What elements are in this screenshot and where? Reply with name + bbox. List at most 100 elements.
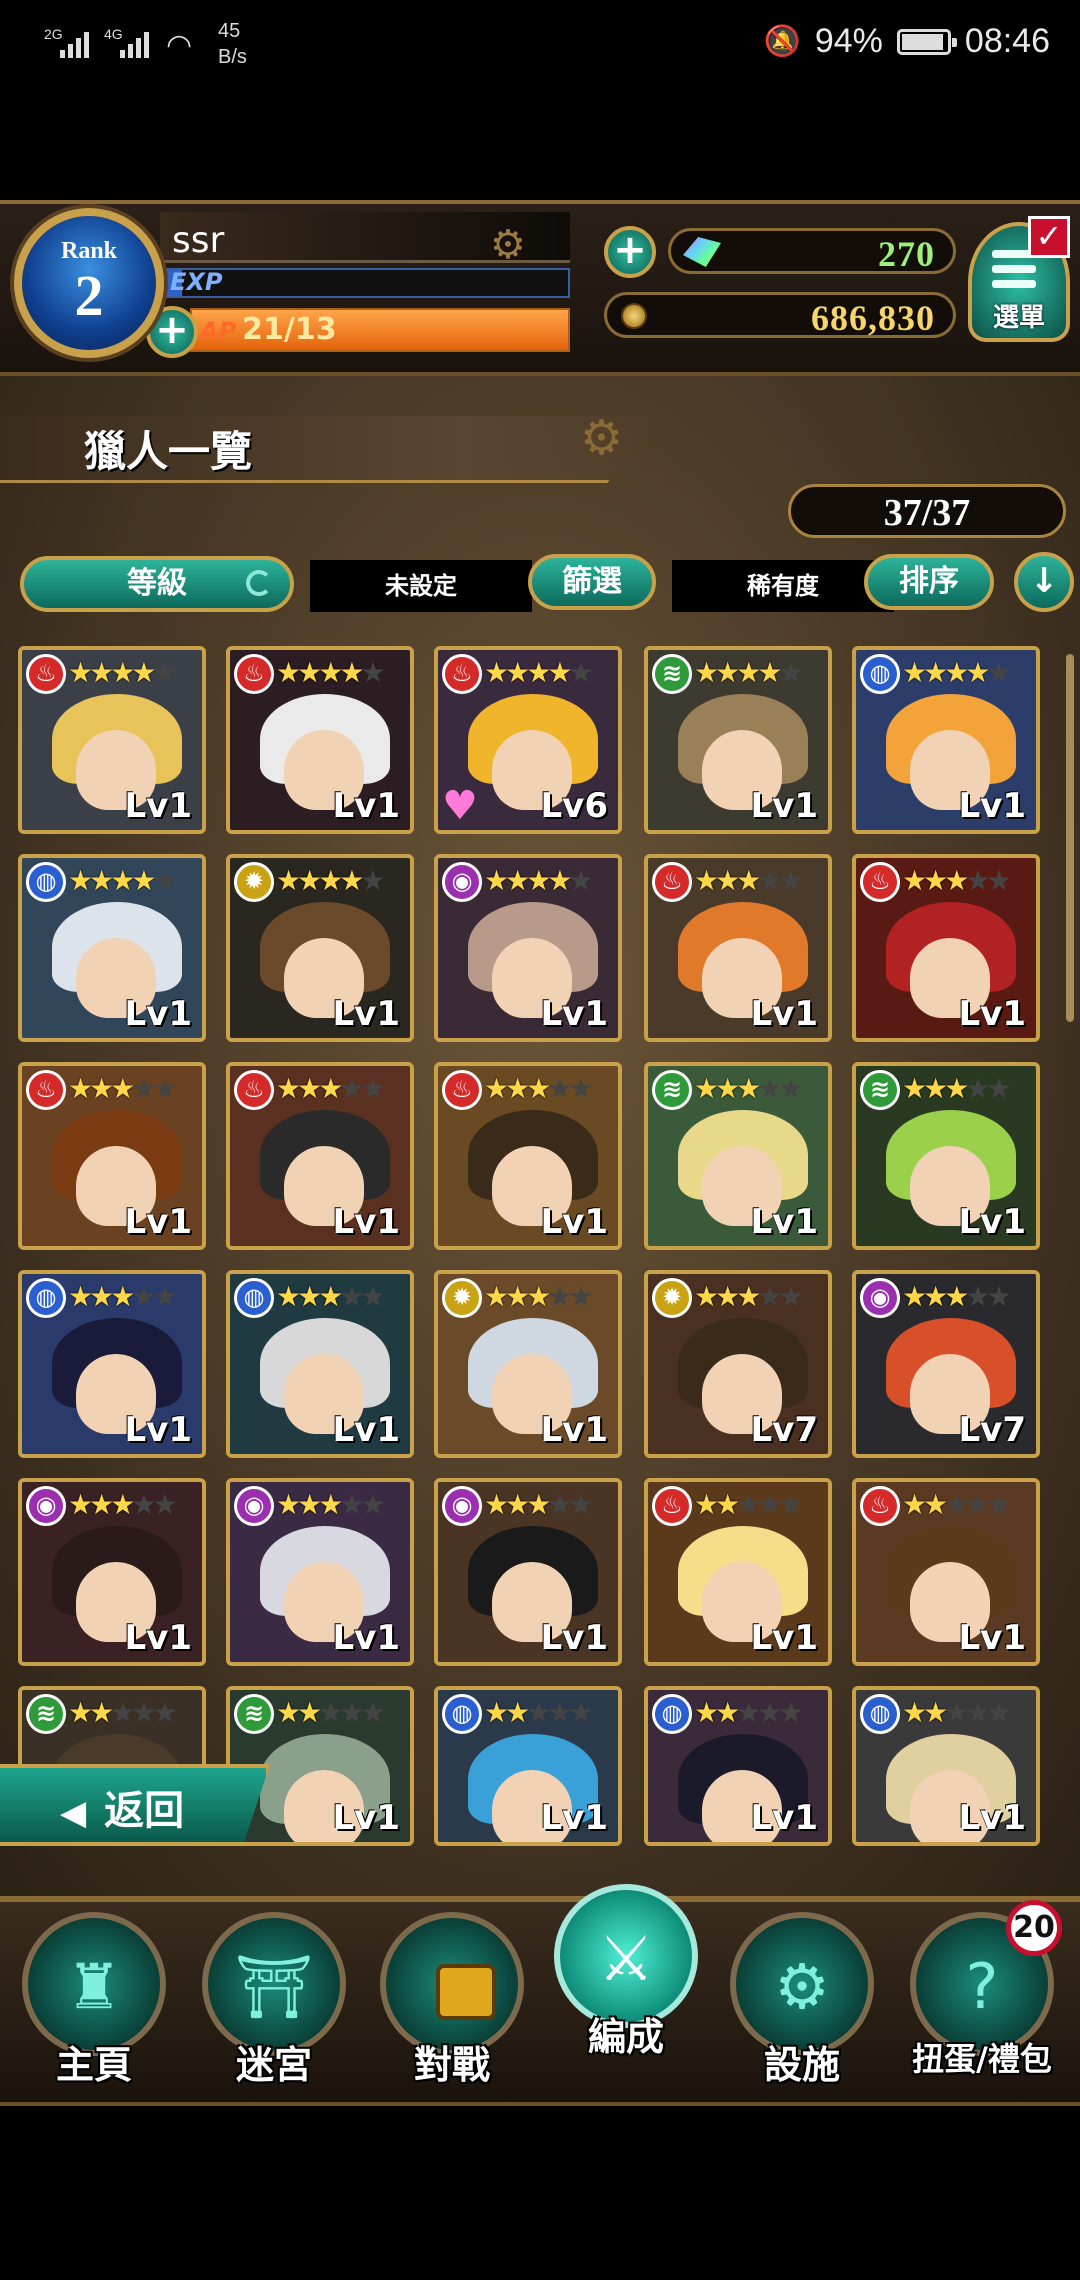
fire-icon: ♨ xyxy=(234,654,274,694)
star-empty-icon: ★ xyxy=(360,1488,385,1521)
scrollbar[interactable] xyxy=(1066,654,1074,1022)
hunter-card[interactable]: ◉ ★★★★★ Lv1 xyxy=(18,1478,206,1666)
gear-decoration-icon: ⚙ xyxy=(580,410,624,466)
rarity-label: 稀有度 xyxy=(672,560,894,612)
hunter-card[interactable]: ◍ ★★★★★ Lv1 xyxy=(644,1686,832,1846)
signal-1-icon xyxy=(60,30,89,58)
star-filled-icon: ★ xyxy=(923,1696,948,1729)
hunter-card[interactable]: ◉ ★★★★★ Lv1 xyxy=(434,854,622,1042)
star-empty-icon: ★ xyxy=(568,1072,593,1105)
hunter-card[interactable]: ♨ ★★★★★ Lv1 xyxy=(644,854,832,1042)
hunter-card[interactable]: ✹ ★★★★★ Lv1 xyxy=(226,854,414,1042)
nav-gacha[interactable]: ? 扭蛋/禮包 20 xyxy=(902,1900,1062,2084)
star-empty-icon: ★ xyxy=(339,1696,364,1729)
hunter-card[interactable]: ◍ ★★★★★ Lv1 xyxy=(852,646,1040,834)
hunter-card[interactable]: ♨ ★★★★★ Lv1 xyxy=(434,1062,622,1250)
star-filled-icon: ★ xyxy=(757,656,782,689)
hunter-card[interactable]: ≋ ★★★★★ Lv1 xyxy=(852,1062,1040,1250)
nav-formation[interactable]: ⚔ 編成 xyxy=(546,1876,706,2059)
menu-label: 選單 xyxy=(992,303,1045,333)
water-icon: ◍ xyxy=(234,1278,274,1318)
star-empty-icon: ★ xyxy=(526,1696,551,1729)
gear-icon: ⚙ xyxy=(774,1950,830,2023)
star-filled-icon: ★ xyxy=(89,1488,114,1521)
hunter-card[interactable]: ◍ ★★★★★ Lv1 xyxy=(18,854,206,1042)
hunter-level: Lv1 xyxy=(750,994,819,1034)
nav-facility[interactable]: ⚙ 設施 xyxy=(722,1904,882,2087)
rarity-stars: ★★★★★ xyxy=(694,1282,804,1312)
star-filled-icon: ★ xyxy=(923,1072,948,1105)
star-empty-icon: ★ xyxy=(736,1696,761,1729)
rarity-stars: ★★★★★ xyxy=(902,1072,1012,1105)
star-filled-icon: ★ xyxy=(736,1072,761,1105)
star-empty-icon: ★ xyxy=(944,1696,969,1729)
filter-state: 未設定 xyxy=(310,560,532,612)
hunter-card[interactable]: ♨ ★★★★★ Lv1 xyxy=(18,1062,206,1250)
hunter-card[interactable]: ≋ ★★★★★ Lv1 xyxy=(644,646,832,834)
sort-order-button[interactable]: ↓ xyxy=(1014,552,1074,612)
hunter-card[interactable]: ♨ ★★★★★ Lv1 xyxy=(226,1062,414,1250)
hunter-card[interactable]: ✹ ★★★★★ Lv7 xyxy=(644,1270,832,1458)
hunter-card[interactable]: ◍ ★★★★★ Lv1 xyxy=(18,1270,206,1458)
hunter-card[interactable]: ♨ ★★★★★ Lv1 xyxy=(852,854,1040,1042)
star-filled-icon: ★ xyxy=(715,1488,740,1521)
gate-icon: ⛩ xyxy=(234,1950,314,2023)
hunter-count-box: 37/37 xyxy=(788,484,1066,538)
favorite-heart-icon: ♥ xyxy=(442,783,478,829)
rarity-stars: ★★★★★ xyxy=(276,1072,386,1105)
rank-label: Rank xyxy=(60,238,118,264)
star-filled-icon: ★ xyxy=(547,864,572,897)
hunter-card[interactable]: ◉ ★★★★★ Lv1 xyxy=(434,1478,622,1666)
star-empty-icon: ★ xyxy=(360,656,385,689)
fire-icon: ♨ xyxy=(26,1070,66,1110)
wifi-icon: ◠ xyxy=(166,28,193,63)
star-filled-icon: ★ xyxy=(484,1072,509,1105)
mute-bell-icon: 🔕 xyxy=(763,25,801,58)
lock-icon xyxy=(436,1964,496,2020)
hunter-level: Lv1 xyxy=(332,994,401,1034)
filter-button[interactable]: 篩選 xyxy=(528,554,656,610)
hunter-card[interactable]: ♨ ★★★★★ Lv1 xyxy=(644,1478,832,1666)
water-icon: ◍ xyxy=(442,1694,482,1734)
hunter-card[interactable]: ♨ ★★★★★ Lv1 xyxy=(18,646,206,834)
rarity-stars: ★★★★★ xyxy=(484,658,594,688)
star-filled-icon: ★ xyxy=(89,864,114,897)
star-filled-icon: ★ xyxy=(736,656,761,689)
water-icon: ◍ xyxy=(860,654,900,694)
gem-plus-button[interactable]: + xyxy=(604,226,656,278)
hunter-card[interactable]: ◍ ★★★★★ Lv1 xyxy=(434,1686,622,1846)
rank-value: 2 xyxy=(74,263,104,328)
hunter-card[interactable]: ◉ ★★★★★ Lv1 xyxy=(226,1478,414,1666)
hunter-card[interactable]: ◉ ★★★★★ Lv7 xyxy=(852,1270,1040,1458)
star-empty-icon: ★ xyxy=(986,1696,1011,1729)
sort-button[interactable]: 排序 xyxy=(864,554,994,610)
star-filled-icon: ★ xyxy=(902,1696,927,1729)
hunter-level: Lv1 xyxy=(958,1618,1027,1658)
hunter-card[interactable]: ✹ ★★★★★ Lv1 xyxy=(434,1270,622,1458)
star-filled-icon: ★ xyxy=(505,864,530,897)
nav-label: 迷宮 xyxy=(235,2043,312,2087)
hunter-card[interactable]: ≋ ★★★★★ Lv1 xyxy=(644,1062,832,1250)
nav-battle[interactable]: 對戰 xyxy=(372,1904,532,2087)
rarity-stars: ★★★★★ xyxy=(484,1696,594,1729)
level-sort-button[interactable]: 等級 xyxy=(20,556,294,612)
star-empty-icon: ★ xyxy=(547,1072,572,1105)
nav-label: 主頁 xyxy=(55,2043,132,2087)
rarity-stars: ★★★★★ xyxy=(902,1696,1012,1729)
fire-icon: ♨ xyxy=(652,862,692,902)
rarity-stars: ★★★★★ xyxy=(68,1698,178,1728)
water-icon: ◍ xyxy=(26,862,66,902)
nav-home[interactable]: ♜ 主頁 xyxy=(14,1904,174,2087)
hunter-card[interactable]: ◍ ★★★★★ Lv1 xyxy=(852,1686,1040,1846)
hunter-card[interactable]: ♨ ★★★★★ ♥ Lv6 xyxy=(434,646,622,834)
wind-icon: ≋ xyxy=(860,1070,900,1110)
star-filled-icon: ★ xyxy=(715,656,740,689)
hunter-card[interactable]: ◍ ★★★★★ Lv1 xyxy=(226,1270,414,1458)
star-filled-icon: ★ xyxy=(89,1072,114,1105)
hunter-card[interactable]: ♨ ★★★★★ Lv1 xyxy=(852,1478,1040,1666)
nav-dungeon[interactable]: ⛩ 迷宮 xyxy=(194,1904,354,2087)
menu-button[interactable]: ✓ 選單 xyxy=(968,216,1070,342)
hunter-card[interactable]: ♨ ★★★★★ Lv1 xyxy=(226,646,414,834)
star-filled-icon: ★ xyxy=(297,1072,322,1105)
wind-icon: ≋ xyxy=(652,654,692,694)
